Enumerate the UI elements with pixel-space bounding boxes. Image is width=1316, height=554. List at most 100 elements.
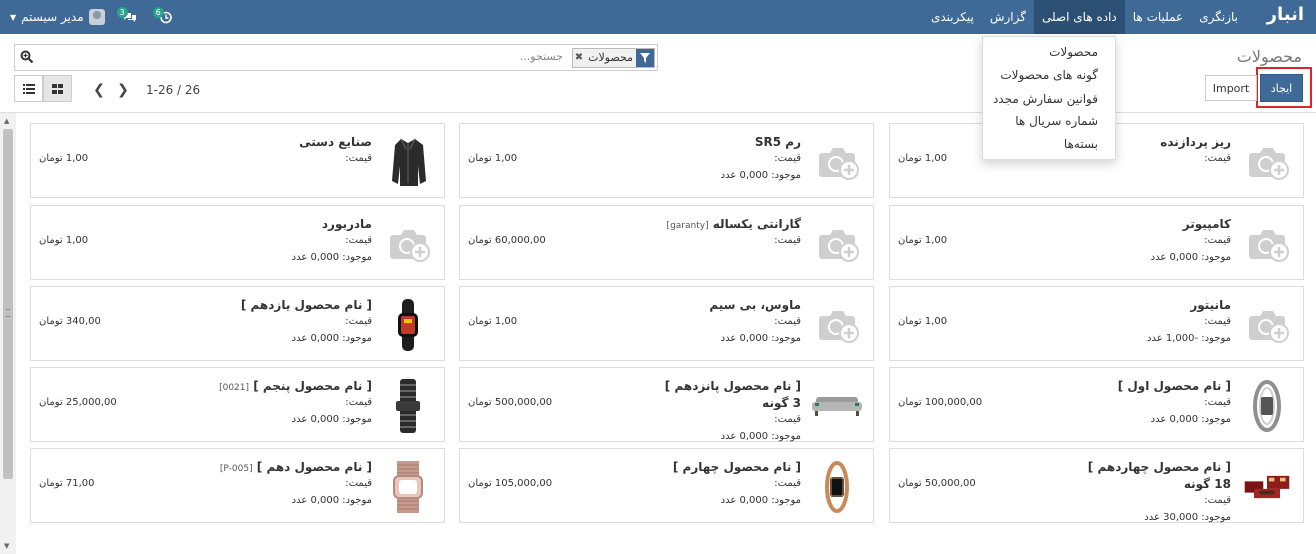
product-image [811, 216, 863, 272]
price-label: قیمت: [345, 153, 372, 164]
price-label: قیمت: [345, 316, 372, 327]
price-label: قیمت: [774, 316, 801, 327]
list-view-button[interactable] [14, 75, 43, 102]
app-brand[interactable]: انبار [1267, 4, 1304, 25]
product-title: [ نام محصول چهارم ] [672, 460, 801, 474]
product-name: [ نام محصول اول ] [931, 378, 1231, 395]
product-card[interactable]: ماوس، بی سیم قیمت: 1,00 تومان موجود: 0,000 … [459, 286, 874, 361]
caret-down-icon: ▼ [10, 12, 17, 22]
user-name: مدیر سیستم [21, 10, 84, 24]
price-label: قیمت: [774, 478, 801, 489]
product-card[interactable]: [ نام محصول پنجم ] [0021] قیمت: 25,000,00 … [30, 367, 445, 442]
price-label: قیمت: [345, 397, 372, 408]
dropdown-item-products[interactable]: محصولات [1049, 45, 1098, 59]
product-title: [ نام محصول یازدهم ] [240, 298, 372, 312]
scrollbar[interactable]: ▲ ▼ [0, 113, 16, 554]
product-card[interactable]: [ نام محصول چهارم ] قیمت: 105,000,00 تومان… [459, 448, 874, 523]
product-stock: موجود: 0,000 عدد [291, 495, 372, 506]
price-label: قیمت: [1204, 316, 1231, 327]
dropdown-item-product-variants[interactable]: گونه های محصولات [1000, 68, 1098, 82]
product-title: مادربورد [321, 217, 372, 231]
product-code: [0021] [219, 383, 250, 393]
avatar [88, 9, 105, 25]
product-title: رم SR5 [754, 135, 801, 149]
product-card[interactable]: کامپیوتر قیمت: 1,00 تومان موجود: 0,000 عدد [889, 205, 1304, 280]
product-card[interactable]: [ نام محصول پانزدهم ] 3 گونه قیمت: 500,000,… [459, 367, 874, 442]
product-card[interactable]: [ نام محصول یازدهم ] قیمت: 340,00 تومان موج… [30, 286, 445, 361]
import-button[interactable]: Import [1205, 75, 1257, 101]
product-price: 25,000,00 تومان [39, 397, 117, 408]
pager-value[interactable]: 1-26 / 26 [146, 83, 200, 97]
product-card[interactable]: گارانتی یکساله [garanty] قیمت: 60,000,00 ت… [459, 205, 874, 280]
activity-badge: 6 [152, 7, 164, 18]
close-icon[interactable]: ✖ [573, 49, 585, 67]
scroll-up-icon[interactable]: ▲ [4, 117, 12, 125]
create-button[interactable]: ایجاد [1260, 74, 1303, 102]
price-label: قیمت: [774, 235, 801, 246]
menu-operations[interactable]: عملیات ها [1125, 0, 1191, 34]
product-stock: موجود: 0,000 عدد [1150, 414, 1231, 425]
product-image [811, 297, 863, 353]
menu-configuration[interactable]: پیکربندی [923, 0, 982, 34]
search-icon[interactable] [20, 50, 34, 64]
product-card[interactable]: صنایع دستی قیمت: 1,00 تومان [30, 123, 445, 198]
scrollbar-thumb[interactable] [3, 129, 13, 479]
product-name: مانیتور [931, 297, 1231, 314]
product-card[interactable]: مانیتور قیمت: 1,00 تومان موجود: -1,000 عدد [889, 286, 1304, 361]
price-label: قیمت: [1204, 235, 1231, 246]
search-bar[interactable]: محصولات ✖ [14, 44, 658, 71]
grip-icon [6, 309, 10, 317]
product-price: 60,000,00 تومان [468, 235, 546, 246]
dropdown-item-reorder-rules[interactable]: قوانین سفارش مجدد [993, 92, 1098, 106]
product-price: 100,000,00 تومان [898, 397, 983, 408]
menu-master-data[interactable]: داده های اصلی [1033, 0, 1125, 34]
dropdown-item-packages[interactable]: بسته‌ها [1064, 137, 1098, 151]
product-image [382, 378, 434, 434]
product-image [811, 459, 863, 515]
product-image [1241, 216, 1293, 272]
price-label: قیمت: [1204, 495, 1231, 506]
activity-menu[interactable]: 6 [152, 7, 177, 27]
kanban-view-button[interactable] [43, 75, 72, 102]
product-price: 1,00 تومان [898, 153, 948, 164]
dropdown-item-serial-numbers[interactable]: شماره سریال ها [1015, 114, 1098, 128]
user-menu[interactable]: ▼ مدیر سیستم [10, 9, 105, 25]
product-name: [ نام محصول پنجم ] [0021] [72, 378, 372, 397]
scroll-down-icon[interactable]: ▼ [4, 542, 12, 550]
product-card[interactable]: رم SR5 قیمت: 1,00 تومان موجود: 0,000 عدد [459, 123, 874, 198]
search-facet: محصولات ✖ [571, 48, 655, 68]
product-card[interactable]: [ نام محصول چهاردهم ] 18 گونه قیمت: 50,000,… [889, 448, 1304, 523]
product-price: 50,000,00 تومان [898, 478, 976, 489]
product-card[interactable]: مادربورد قیمت: 1,00 تومان موجود: 0,000 عدد [30, 205, 445, 280]
product-name: مادربورد [72, 216, 372, 233]
product-stock: موجود: -1,000 عدد [1147, 333, 1231, 344]
product-name: گارانتی یکساله [garanty] [501, 216, 801, 235]
product-price: 1,00 تومان [468, 153, 518, 164]
product-image [1241, 459, 1293, 515]
product-price: 1,00 تومان [468, 316, 518, 327]
product-name: [ نام محصول دهم ] [P-005] [72, 459, 372, 478]
product-name: صنایع دستی [72, 134, 372, 151]
search-input[interactable] [243, 50, 563, 63]
product-card[interactable]: [ نام محصول اول ] قیمت: 100,000,00 تومان مو… [889, 367, 1304, 442]
list-icon [22, 83, 35, 94]
price-label: قیمت: [1204, 153, 1231, 164]
product-price: 1,00 تومان [898, 316, 948, 327]
product-image [811, 378, 863, 434]
messages-menu[interactable]: 3 [116, 7, 141, 27]
product-title: گارانتی یکساله [712, 217, 801, 231]
product-card[interactable]: [ نام محصول دهم ] [P-005] قیمت: 71,00 توما… [30, 448, 445, 523]
product-stock: موجود: 0,000 عدد [720, 431, 801, 442]
menu-review[interactable]: بازنگری [1191, 0, 1246, 34]
product-title: مانیتور [1190, 298, 1231, 312]
product-name: [ نام محصول چهاردهم ] 18 گونه [931, 459, 1231, 493]
product-price: 1,00 تومان [39, 153, 89, 164]
product-image [382, 459, 434, 515]
chevron-left-icon[interactable]: ❮ [92, 82, 106, 98]
menu-reports[interactable]: گزارش [982, 0, 1034, 34]
product-name: ماوس، بی سیم [501, 297, 801, 314]
facet-label: محصولات [588, 51, 633, 64]
product-stock: موجود: 0,000 عدد [720, 333, 801, 344]
filter-icon [636, 49, 654, 67]
chevron-right-icon[interactable]: ❯ [116, 82, 130, 98]
